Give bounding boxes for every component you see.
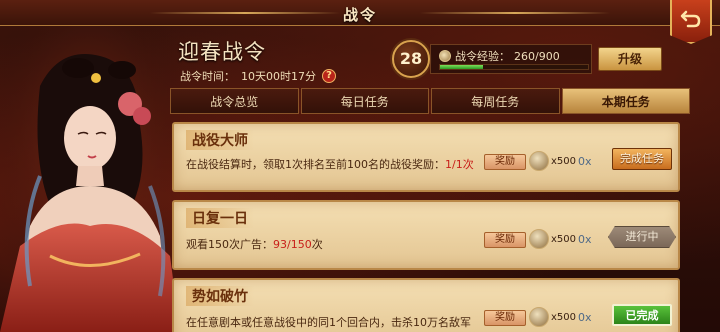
task-reward: x500 0x <box>529 151 592 171</box>
tab-daily-tasks[interactable]: 每日任务 <box>300 88 429 114</box>
reward-coin-icon <box>529 307 549 327</box>
exp-label: 战令经验： <box>455 50 510 63</box>
task-progress-suffix: 次 <box>311 238 323 251</box>
pass-level-badge: 28 <box>392 40 430 78</box>
exp-progress-bar <box>439 64 589 70</box>
tab-weekly-tasks[interactable]: 每周任务 <box>431 88 560 114</box>
season-name: 迎春战令 <box>178 40 266 64</box>
in-progress-status: 进行中 <box>608 226 676 248</box>
task-card: 势如破竹 在任意剧本或任意战役中的同1个回合内，击杀10万名敌军 奖励 x500… <box>172 278 680 332</box>
upgrade-button[interactable]: 升级 <box>598 47 662 71</box>
task-description: 在战役结算时，领取1次排名至前100名的战役奖励：1/1次 <box>186 156 474 172</box>
reward-extra: 0x <box>578 310 592 324</box>
reward-coin-icon <box>529 229 549 249</box>
reward-label: 奖励 <box>484 310 526 326</box>
task-title: 日复一日 <box>186 208 254 228</box>
reward-extra: 0x <box>578 232 592 246</box>
tab-overview[interactable]: 战令总览 <box>170 88 299 114</box>
reward-label: 奖励 <box>484 232 526 248</box>
task-progress: 93/150 <box>273 238 312 251</box>
exp-progress-fill <box>440 65 483 69</box>
title-bar: 战令 <box>0 0 720 26</box>
task-desc-text: 在任意剧本或任意战役中的同1个回合内，击杀10万名敌军 <box>186 316 471 329</box>
completed-button[interactable]: 已完成 <box>612 304 672 326</box>
season-time: 战令时间： 10天00时17分 ? <box>180 68 336 84</box>
exp-value: 260/900 <box>514 49 560 63</box>
reward-label: 奖励 <box>484 154 526 170</box>
complete-task-button[interactable]: 完成任务 <box>612 148 672 170</box>
reward-amount: x500 <box>551 311 577 323</box>
task-progress: 1/1次 <box>445 158 474 171</box>
reward-amount: x500 <box>551 233 577 245</box>
hero-portrait <box>0 26 180 332</box>
back-button[interactable] <box>670 0 712 44</box>
tab-bar: 战令总览 每日任务 每周任务 本期任务 <box>170 88 690 114</box>
season-time-value: 10天00时17分 <box>241 70 316 83</box>
reward-amount: x500 <box>551 155 577 167</box>
task-card: 日复一日 观看150次广告：93/150次 奖励 x500 0x 进行中 <box>172 200 680 270</box>
help-icon[interactable]: ? <box>322 69 336 83</box>
exp-label-row: 战令经验： 260/900 <box>439 48 560 64</box>
task-desc-text: 在战役结算时，领取1次排名至前100名的战役奖励： <box>186 158 445 171</box>
task-reward: x500 0x <box>529 229 592 249</box>
reward-coin-icon <box>529 151 549 171</box>
task-title: 战役大师 <box>186 130 254 150</box>
page-title: 战令 <box>342 6 377 24</box>
tab-season-tasks[interactable]: 本期任务 <box>561 88 690 114</box>
exp-panel: 战令经验： 260/900 <box>430 44 592 74</box>
task-description: 观看150次广告：93/150次 <box>186 236 323 252</box>
task-desc-text: 观看150次广告： <box>186 238 273 251</box>
season-time-label: 战令时间： <box>180 70 235 83</box>
exp-coin-icon <box>439 50 451 62</box>
task-list[interactable]: 战役大师 在战役结算时，领取1次排名至前100名的战役奖励：1/1次 奖励 x5… <box>172 120 688 332</box>
back-arrow-icon <box>680 10 701 28</box>
reward-extra: 0x <box>578 154 592 168</box>
task-description: 在任意剧本或任意战役中的同1个回合内，击杀10万名敌军 <box>186 314 471 330</box>
task-title: 势如破竹 <box>186 286 254 306</box>
task-reward: x500 0x <box>529 307 592 327</box>
task-card: 战役大师 在战役结算时，领取1次排名至前100名的战役奖励：1/1次 奖励 x5… <box>172 122 680 192</box>
